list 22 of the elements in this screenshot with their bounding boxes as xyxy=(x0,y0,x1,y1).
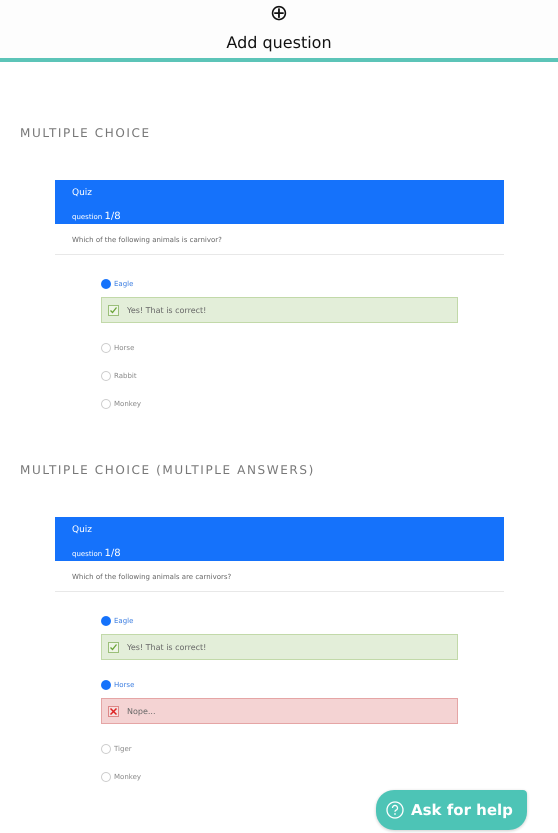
ask-for-help-button[interactable]: Ask for help xyxy=(376,790,527,830)
section-heading: MULTIPLE CHOICE (MULTIPLE ANSWERS) xyxy=(20,463,316,477)
add-icon[interactable]: ⊕ xyxy=(270,3,288,25)
checkbox-tick-icon xyxy=(108,642,119,652)
radio-button[interactable] xyxy=(101,680,111,690)
feedback-text: Yes! That is correct! xyxy=(127,642,206,652)
quiz-title: Quiz xyxy=(72,188,94,198)
feedback-text: Nope... xyxy=(127,706,156,716)
radio-button[interactable] xyxy=(101,399,111,409)
radio-button[interactable] xyxy=(101,744,111,754)
quiz-title: Quiz xyxy=(72,525,94,535)
add-question-label[interactable]: Add question xyxy=(226,33,332,52)
radio-button[interactable] xyxy=(101,343,111,353)
section-heading: MULTIPLE CHOICE xyxy=(20,126,152,140)
radio-button[interactable] xyxy=(101,279,111,289)
radio-button[interactable] xyxy=(101,616,111,626)
radio-button[interactable] xyxy=(101,772,111,782)
help-icon xyxy=(386,801,404,819)
checkbox-tick-icon xyxy=(108,304,119,316)
feedback-text: Yes! That is correct! xyxy=(127,306,206,314)
cross-box-icon xyxy=(108,706,119,716)
radio-button[interactable] xyxy=(101,371,111,381)
